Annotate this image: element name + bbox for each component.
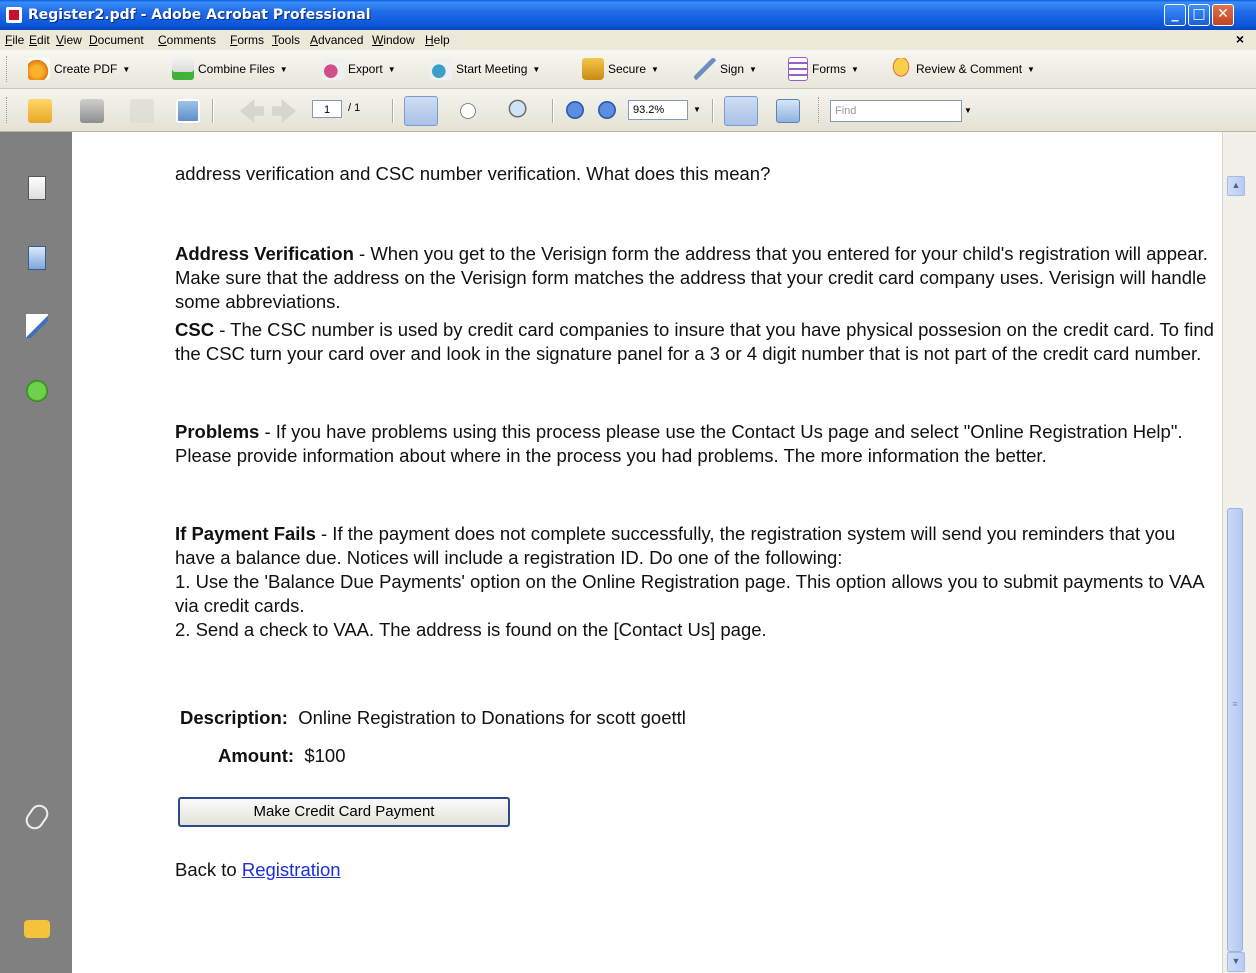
document-close-button[interactable]: × bbox=[1236, 31, 1244, 47]
export-icon bbox=[322, 58, 344, 80]
signatures-icon[interactable] bbox=[26, 314, 48, 338]
menu-file[interactable]: File bbox=[5, 33, 24, 47]
menu-tools[interactable]: Tools bbox=[272, 33, 300, 47]
acrobat-app-icon[interactable] bbox=[6, 7, 22, 23]
lock-icon bbox=[582, 58, 604, 80]
csc-paragraph: CSC - The CSC number is used by credit c… bbox=[175, 318, 1215, 366]
open-folder-icon[interactable] bbox=[28, 99, 52, 123]
select-tool-icon[interactable] bbox=[404, 96, 438, 126]
problems-heading: Problems bbox=[175, 421, 260, 442]
minimize-button[interactable]: _ bbox=[1164, 4, 1186, 26]
back-text: Back to bbox=[175, 859, 242, 880]
print-icon[interactable] bbox=[80, 99, 104, 123]
title-bar: Register2.pdf - Adobe Acrobat Profession… bbox=[0, 0, 1256, 30]
fit-page-icon[interactable] bbox=[776, 99, 800, 123]
csc-text: - The CSC number is used by credit card … bbox=[175, 319, 1214, 364]
back-to-registration: Back to Registration bbox=[175, 858, 341, 882]
tasks-toolbar: Create PDF ▼ Combine Files ▼ Export ▼ Start… bbox=[0, 50, 1256, 89]
address-verification-paragraph: Address Verification - When you get to t… bbox=[175, 242, 1215, 314]
help-icon[interactable] bbox=[26, 380, 48, 402]
amount-value: $100 bbox=[304, 745, 346, 766]
amount-row: Amount: $100 bbox=[218, 744, 345, 768]
menu-advanced[interactable]: Advanced bbox=[310, 33, 363, 47]
vertical-scrollbar[interactable]: ▲ ≡ ▼ bbox=[1222, 132, 1256, 973]
toolbar-grip[interactable] bbox=[818, 97, 822, 123]
start-meeting-icon bbox=[430, 58, 452, 80]
menu-help[interactable]: Help bbox=[425, 33, 450, 47]
payment-fails-step-1: 1. Use the 'Balance Due Payments' option… bbox=[175, 571, 1204, 616]
review-comment-icon bbox=[890, 58, 912, 80]
fit-width-icon[interactable] bbox=[724, 96, 758, 126]
create-pdf-button[interactable]: Create PDF ▼ bbox=[28, 58, 130, 80]
payment-fails-paragraph: If Payment Fails - If the payment does n… bbox=[175, 522, 1215, 642]
page-total: / 1 bbox=[348, 102, 361, 114]
problems-paragraph: Problems - If you have problems using th… bbox=[175, 420, 1215, 468]
previous-page-icon[interactable] bbox=[240, 99, 264, 123]
document-page: address verification and CSC number veri… bbox=[72, 132, 1222, 973]
menu-bar: File Edit View Document Comments Forms T… bbox=[0, 30, 1256, 50]
create-pdf-icon bbox=[28, 58, 50, 80]
sign-button[interactable]: Sign ▼ bbox=[694, 58, 757, 80]
description-value: Online Registration to Donations for sco… bbox=[298, 707, 686, 728]
pen-icon bbox=[694, 58, 716, 80]
menu-comments[interactable]: Comments bbox=[158, 33, 216, 47]
menu-document[interactable]: Document bbox=[89, 33, 144, 47]
problems-text: - If you have problems using this proces… bbox=[175, 421, 1183, 466]
toolbar-separator bbox=[712, 99, 714, 123]
maximize-button[interactable]: □ bbox=[1188, 4, 1210, 26]
toolbar-separator bbox=[392, 99, 394, 123]
registration-link[interactable]: Registration bbox=[242, 859, 341, 880]
start-meeting-button[interactable]: Start Meeting ▼ bbox=[430, 58, 540, 80]
payment-fails-step-2: 2. Send a check to VAA. The address is f… bbox=[175, 619, 767, 640]
export-button[interactable]: Export ▼ bbox=[322, 58, 396, 80]
intro-paragraph: address verification and CSC number veri… bbox=[175, 163, 771, 184]
address-verification-heading: Address Verification bbox=[175, 243, 354, 264]
email-icon[interactable] bbox=[176, 99, 200, 123]
bookmarks-icon[interactable] bbox=[28, 246, 46, 270]
attachments-icon[interactable] bbox=[22, 801, 52, 833]
forms-icon bbox=[788, 57, 808, 81]
find-input[interactable]: Find bbox=[830, 100, 962, 122]
menu-edit[interactable]: Edit bbox=[29, 33, 50, 47]
scroll-thumb-grip: ≡ bbox=[1232, 699, 1238, 709]
find-dropdown-arrow[interactable]: ▼ bbox=[964, 100, 972, 122]
scroll-up-button[interactable]: ▲ bbox=[1227, 176, 1245, 196]
amount-label: Amount: bbox=[218, 745, 295, 766]
next-page-icon[interactable] bbox=[272, 99, 296, 123]
payment-fails-heading: If Payment Fails bbox=[175, 523, 316, 544]
window-title: Register2.pdf - Adobe Acrobat Profession… bbox=[28, 7, 371, 23]
save-icon[interactable] bbox=[130, 99, 154, 123]
forms-button[interactable]: Forms ▼ bbox=[788, 57, 859, 81]
description-row: Description: Online Registration to Dona… bbox=[180, 706, 686, 730]
zoom-level-field[interactable]: 93.2% bbox=[628, 100, 688, 120]
zoom-in-icon[interactable] bbox=[598, 101, 616, 119]
toolbar-grip[interactable] bbox=[6, 56, 10, 82]
scroll-thumb[interactable]: ≡ bbox=[1227, 508, 1243, 952]
page-number-input[interactable]: 1 bbox=[312, 100, 342, 118]
pages-icon[interactable] bbox=[28, 176, 46, 200]
make-credit-card-payment-button[interactable]: Make Credit Card Payment bbox=[178, 797, 510, 827]
toolbar-separator bbox=[212, 99, 214, 123]
hand-tool-icon[interactable] bbox=[456, 99, 480, 123]
comments-icon[interactable] bbox=[24, 920, 50, 938]
zoom-tool-icon[interactable] bbox=[508, 99, 532, 123]
zoom-out-icon[interactable] bbox=[566, 101, 584, 119]
review-comment-button[interactable]: Review & Comment ▼ bbox=[890, 58, 1035, 80]
navigation-toolbar: 1 / 1 93.2% ▼ Find ▼ bbox=[0, 89, 1256, 132]
toolbar-grip[interactable] bbox=[6, 97, 10, 123]
menu-window[interactable]: Window bbox=[372, 33, 415, 47]
combine-files-icon bbox=[172, 58, 194, 80]
payment-fails-text: - If the payment does not complete succe… bbox=[175, 523, 1176, 568]
description-label: Description: bbox=[180, 707, 288, 728]
toolbar-separator bbox=[552, 99, 554, 123]
menu-view[interactable]: View bbox=[56, 33, 82, 47]
zoom-dropdown-arrow[interactable]: ▼ bbox=[690, 100, 704, 120]
navigation-pane bbox=[0, 132, 72, 973]
menu-forms[interactable]: Forms bbox=[230, 33, 264, 47]
secure-button[interactable]: Secure ▼ bbox=[582, 58, 659, 80]
csc-heading: CSC bbox=[175, 319, 215, 340]
close-button[interactable]: ✕ bbox=[1212, 4, 1234, 26]
combine-files-button[interactable]: Combine Files ▼ bbox=[172, 58, 288, 80]
scroll-down-button[interactable]: ▼ bbox=[1227, 952, 1245, 972]
